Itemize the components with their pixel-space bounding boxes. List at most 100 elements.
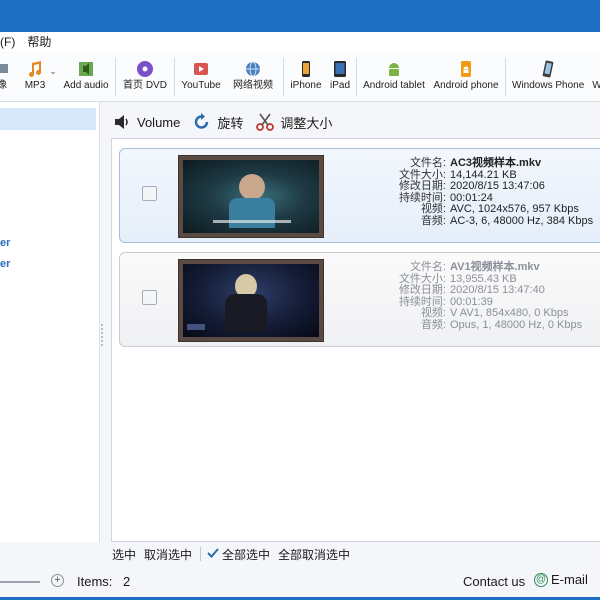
toolbar-separator <box>283 58 284 96</box>
toolbar-android-tablet-button[interactable]: Android tablet <box>362 56 426 100</box>
toolbar-label: Windows Phone <box>512 80 585 91</box>
toolbar-label: Android tablet <box>363 80 425 91</box>
file-name: AC3视频样本.mkv <box>450 157 542 169</box>
contact-us-link[interactable]: Contact us <box>463 574 525 589</box>
deselect-button[interactable]: 取消选中 <box>144 546 192 563</box>
file-modified: 2020/8/15 13:47:40 <box>450 284 545 296</box>
file-list: 文件名: AC3视频样本.mkv 文件大小: 14,144.21 KB 修改日期: 2… <box>111 138 600 542</box>
file-name: AV1视频样本.mkv <box>450 261 540 273</box>
toolbar-youtube-button[interactable]: YouTube <box>180 56 222 100</box>
video-thumbnail <box>178 259 324 342</box>
select-all-button[interactable]: 全部选中 <box>207 546 270 563</box>
name-key: 文件名: <box>409 261 446 273</box>
toolbar-dvd-button[interactable]: 首页 DVD <box>121 56 169 100</box>
toolbar-separator <box>356 58 357 96</box>
sidebar-selected-item[interactable] <box>0 108 96 130</box>
toolbar: 像 MP3 ⌄ Add audio 首页 DVD YouTube 网络视频 iP… <box>0 52 600 102</box>
audio-key: 音频: <box>420 214 446 227</box>
toolbar-label: 首页 DVD <box>123 80 167 91</box>
menu-help[interactable]: 帮助 <box>21 32 57 52</box>
email-label: E-mail <box>551 572 588 587</box>
items-count: 2 <box>123 574 131 589</box>
file-modified: 2020/8/15 13:47:06 <box>450 180 545 192</box>
name-key: 文件名: <box>409 157 446 169</box>
menu-file[interactable]: (F) <box>0 32 21 52</box>
sidebar-item[interactable]: er <box>0 237 10 249</box>
action-bar: Volume 旋转 调整大小 <box>112 108 344 136</box>
resize-label: 调整大小 <box>280 115 333 131</box>
music-note-icon <box>26 60 44 78</box>
resize-button[interactable]: 调整大小 <box>255 112 332 132</box>
ipad-icon <box>331 60 349 78</box>
email-icon: @ <box>534 572 548 587</box>
toolbar-mp3-button[interactable]: MP3 <box>22 56 48 100</box>
modified-key: 修改日期: <box>398 284 446 296</box>
menu-bar: (F) 帮助 <box>0 32 600 52</box>
sidebar: er er <box>0 102 100 542</box>
iphone-icon <box>297 60 315 78</box>
toolbar-label: 像 <box>0 80 7 91</box>
toolbar-label: MP3 <box>24 80 46 91</box>
windows-phone-icon <box>539 60 557 78</box>
volume-label: Volume <box>137 114 181 130</box>
toolbar-separator <box>505 58 506 96</box>
add-audio-icon <box>77 60 95 78</box>
file-audio: Opus, 1, 48000 Hz, 0 Kbps <box>450 318 583 331</box>
youtube-icon <box>192 60 210 78</box>
toolbar-add-audio-button[interactable]: Add audio <box>62 56 110 100</box>
file-checkbox[interactable] <box>142 290 157 305</box>
divider <box>200 547 202 561</box>
file-video: AVC, 1024x576, 957 Kbps <box>450 203 579 215</box>
video-key: 视频: <box>420 307 446 319</box>
toolbar-iphone-button[interactable]: iPhone <box>289 56 323 100</box>
toolbar-label: Android phone <box>433 80 499 91</box>
selection-bar: 选中 取消选中 全部选中 全部取消选中 <box>112 544 358 564</box>
toolbar-label: 网络视频 <box>233 80 273 91</box>
splitter-handle[interactable] <box>99 322 105 350</box>
deselect-all-button[interactable]: 全部取消选中 <box>278 546 350 563</box>
file-card[interactable]: 文件名: AC3视频样本.mkv 文件大小: 14,144.21 KB 修改日期: 2… <box>119 148 600 243</box>
title-bar <box>0 0 600 32</box>
file-checkbox[interactable] <box>142 186 157 201</box>
file-card[interactable]: 文件名: AV1视频样本.mkv 文件大小: 13,955.43 KB 修改日期: 2… <box>119 252 600 347</box>
modified-key: 修改日期: <box>398 180 446 192</box>
checkmark-icon <box>207 547 219 562</box>
audio-key: 音频: <box>420 318 446 331</box>
android-phone-icon <box>457 60 475 78</box>
file-info: 文件名: AC3视频样本.mkv 文件大小: 14,144.21 KB 修改日期: 2… <box>380 157 594 227</box>
rotate-label: 旋转 <box>217 115 244 131</box>
zoom-slider[interactable] <box>0 581 40 583</box>
toolbar-overflow-button[interactable]: W <box>592 56 600 100</box>
sidebar-item[interactable]: er <box>0 258 10 270</box>
file-audio: AC-3, 6, 48000 Hz, 384 Kbps <box>450 214 594 227</box>
status-bar: + Items: 2 Contact us @ E-mail <box>0 570 600 596</box>
toolbar-separator <box>174 58 175 96</box>
toolbar-label: YouTube <box>181 80 221 91</box>
toolbar-online-video-button[interactable]: 网络视频 <box>229 56 277 100</box>
video-thumbnail <box>178 155 324 238</box>
zoom-in-icon[interactable]: + <box>51 574 64 587</box>
toolbar-separator <box>115 58 116 96</box>
rotate-icon <box>192 112 212 132</box>
android-icon <box>385 60 403 78</box>
volume-button[interactable]: Volume <box>112 112 180 132</box>
rotate-button[interactable]: 旋转 <box>192 112 243 132</box>
video-key: 视频: <box>420 203 446 215</box>
toolbar-video-button[interactable]: 像 <box>0 56 10 100</box>
dvd-disc-icon <box>136 60 154 78</box>
toolbar-ipad-button[interactable]: iPad <box>328 56 352 100</box>
toolbar-label: W <box>592 80 600 91</box>
select-button[interactable]: 选中 <box>112 546 136 563</box>
toolbar-android-phone-button[interactable]: Android phone <box>433 56 499 100</box>
select-all-label: 全部选中 <box>222 547 271 562</box>
file-info: 文件名: AV1视频样本.mkv 文件大小: 13,955.43 KB 修改日期: 2… <box>380 261 583 331</box>
video-icon <box>0 60 12 78</box>
speaker-icon <box>112 112 132 132</box>
email-link[interactable]: @ E-mail <box>534 572 588 587</box>
scissors-icon <box>255 112 275 132</box>
toolbar-label: iPhone <box>290 80 322 91</box>
toolbar-label: Add audio <box>63 80 109 91</box>
toolbar-windows-phone-button[interactable]: Windows Phone <box>512 56 584 100</box>
globe-icon <box>244 60 262 78</box>
toolbar-label: iPad <box>329 80 350 91</box>
